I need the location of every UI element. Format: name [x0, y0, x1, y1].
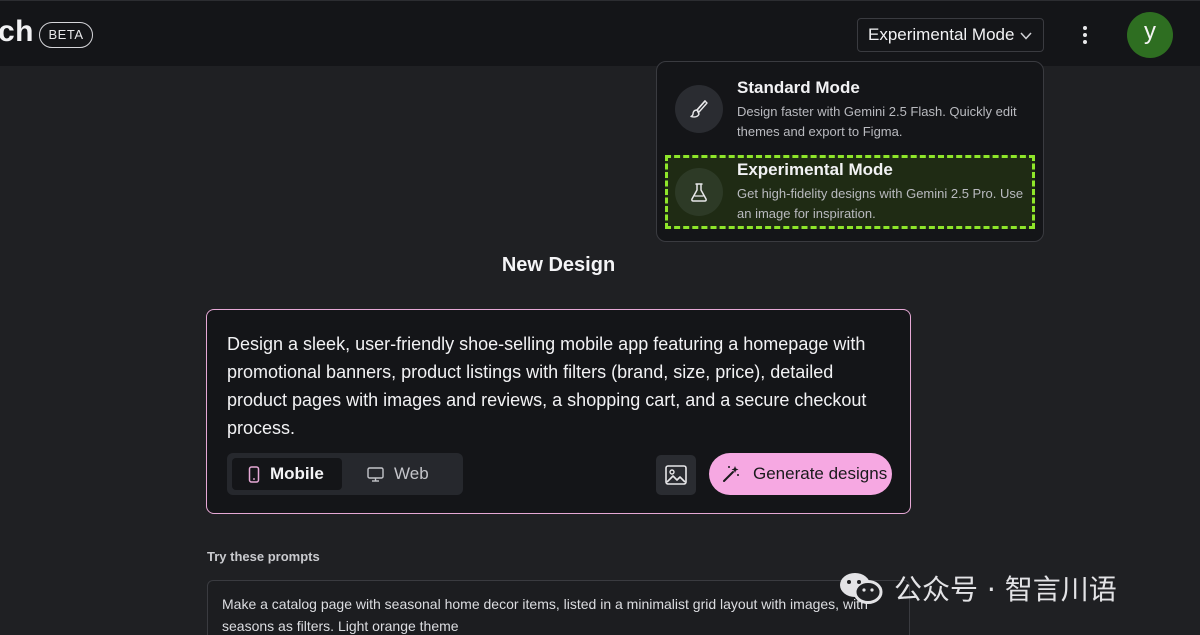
brand-logo-text[interactable]: ch — [0, 15, 34, 49]
suggested-prompt-text: Make a catalog page with seasonal home d… — [222, 596, 868, 634]
chevron-down-icon — [1020, 32, 1032, 40]
wechat-icon — [838, 570, 884, 606]
mode-selector-dropdown[interactable]: Experimental Mode — [857, 18, 1044, 52]
platform-mobile-label: Mobile — [270, 464, 324, 483]
page-title: New Design — [501, 254, 616, 276]
mode-option-description: Design faster with Gemini 2.5 Flash. Qui… — [737, 104, 1017, 139]
platform-toggle: Mobile Web — [227, 453, 463, 495]
prompt-card: Design a sleek, user-friendly shoe-selli… — [206, 309, 911, 514]
mode-option-standard[interactable]: Standard Mode Design faster with Gemini … — [665, 72, 1035, 144]
image-icon — [665, 465, 687, 485]
brush-icon — [675, 85, 723, 133]
generate-designs-label: Generate designs — [753, 464, 888, 483]
mode-option-experimental[interactable]: Experimental Mode Get high-fidelity desi… — [665, 155, 1035, 229]
platform-mobile-button[interactable]: Mobile — [232, 458, 342, 490]
mode-option-title: Experimental Mode — [737, 160, 893, 179]
upload-image-button[interactable] — [656, 455, 696, 495]
monitor-icon — [367, 466, 384, 482]
magic-wand-icon — [721, 464, 741, 484]
try-prompts-label: Try these prompts — [207, 549, 320, 564]
flask-icon — [675, 168, 723, 216]
mode-menu: Standard Mode Design faster with Gemini … — [656, 61, 1044, 242]
prompt-input[interactable]: Design a sleek, user-friendly shoe-selli… — [227, 330, 897, 442]
mode-selector-label: Experimental Mode — [868, 25, 1015, 44]
phone-icon — [248, 465, 260, 483]
avatar[interactable]: y — [1127, 12, 1173, 58]
mode-option-title: Standard Mode — [737, 78, 860, 97]
watermark: 公众号 · 智言川语 — [838, 568, 1117, 608]
mode-option-description: Get high-fidelity designs with Gemini 2.… — [737, 186, 1024, 221]
watermark-text: 公众号 · 智言川语 — [894, 573, 1117, 606]
platform-web-button[interactable]: Web — [367, 458, 457, 490]
generate-designs-button[interactable]: Generate designs — [709, 453, 892, 495]
suggested-prompt-card[interactable]: Make a catalog page with seasonal home d… — [207, 580, 910, 635]
top-bar: ch BETA Experimental Mode y — [0, 0, 1200, 66]
more-options-icon[interactable] — [1075, 23, 1095, 47]
platform-web-label: Web — [394, 464, 429, 483]
beta-badge: BETA — [39, 22, 93, 48]
